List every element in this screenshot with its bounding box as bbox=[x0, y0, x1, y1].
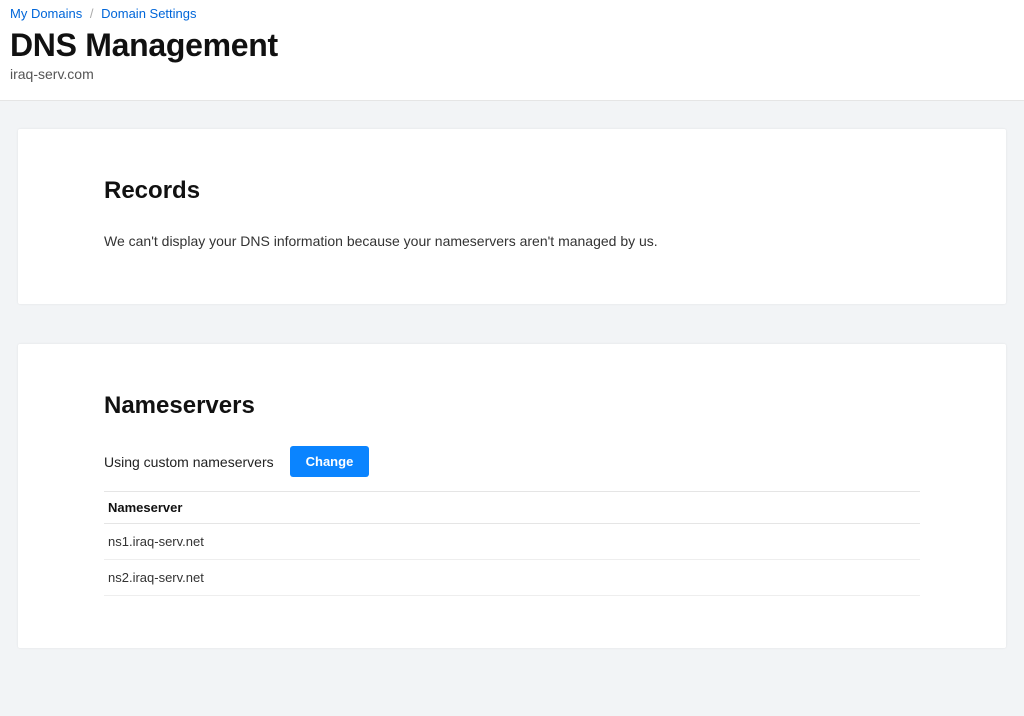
nameservers-status-row: Using custom nameservers Change bbox=[104, 446, 920, 477]
breadcrumb-separator: / bbox=[90, 6, 94, 21]
nameservers-table: Nameserver ns1.iraq-serv.net ns2.iraq-se… bbox=[104, 491, 920, 596]
domain-name: iraq-serv.com bbox=[10, 66, 1014, 82]
table-row: ns1.iraq-serv.net bbox=[104, 524, 920, 560]
nameservers-heading: Nameservers bbox=[104, 392, 920, 420]
nameserver-value: ns2.iraq-serv.net bbox=[104, 560, 920, 596]
records-heading: Records bbox=[104, 177, 920, 205]
change-button[interactable]: Change bbox=[290, 446, 370, 477]
breadcrumb-domain-settings[interactable]: Domain Settings bbox=[101, 6, 196, 21]
page-title: DNS Management bbox=[10, 27, 1014, 64]
nameservers-status-text: Using custom nameservers bbox=[104, 454, 274, 470]
breadcrumb-my-domains[interactable]: My Domains bbox=[10, 6, 82, 21]
records-card: Records We can't display your DNS inform… bbox=[18, 129, 1006, 304]
page-header: My Domains / Domain Settings DNS Managem… bbox=[0, 0, 1024, 101]
nameserver-value: ns1.iraq-serv.net bbox=[104, 524, 920, 560]
table-row: ns2.iraq-serv.net bbox=[104, 560, 920, 596]
main-content: Records We can't display your DNS inform… bbox=[0, 101, 1024, 716]
records-message: We can't display your DNS information be… bbox=[104, 231, 920, 252]
nameservers-column-header: Nameserver bbox=[104, 492, 920, 524]
breadcrumb: My Domains / Domain Settings bbox=[10, 6, 1014, 21]
nameservers-card: Nameservers Using custom nameservers Cha… bbox=[18, 344, 1006, 648]
